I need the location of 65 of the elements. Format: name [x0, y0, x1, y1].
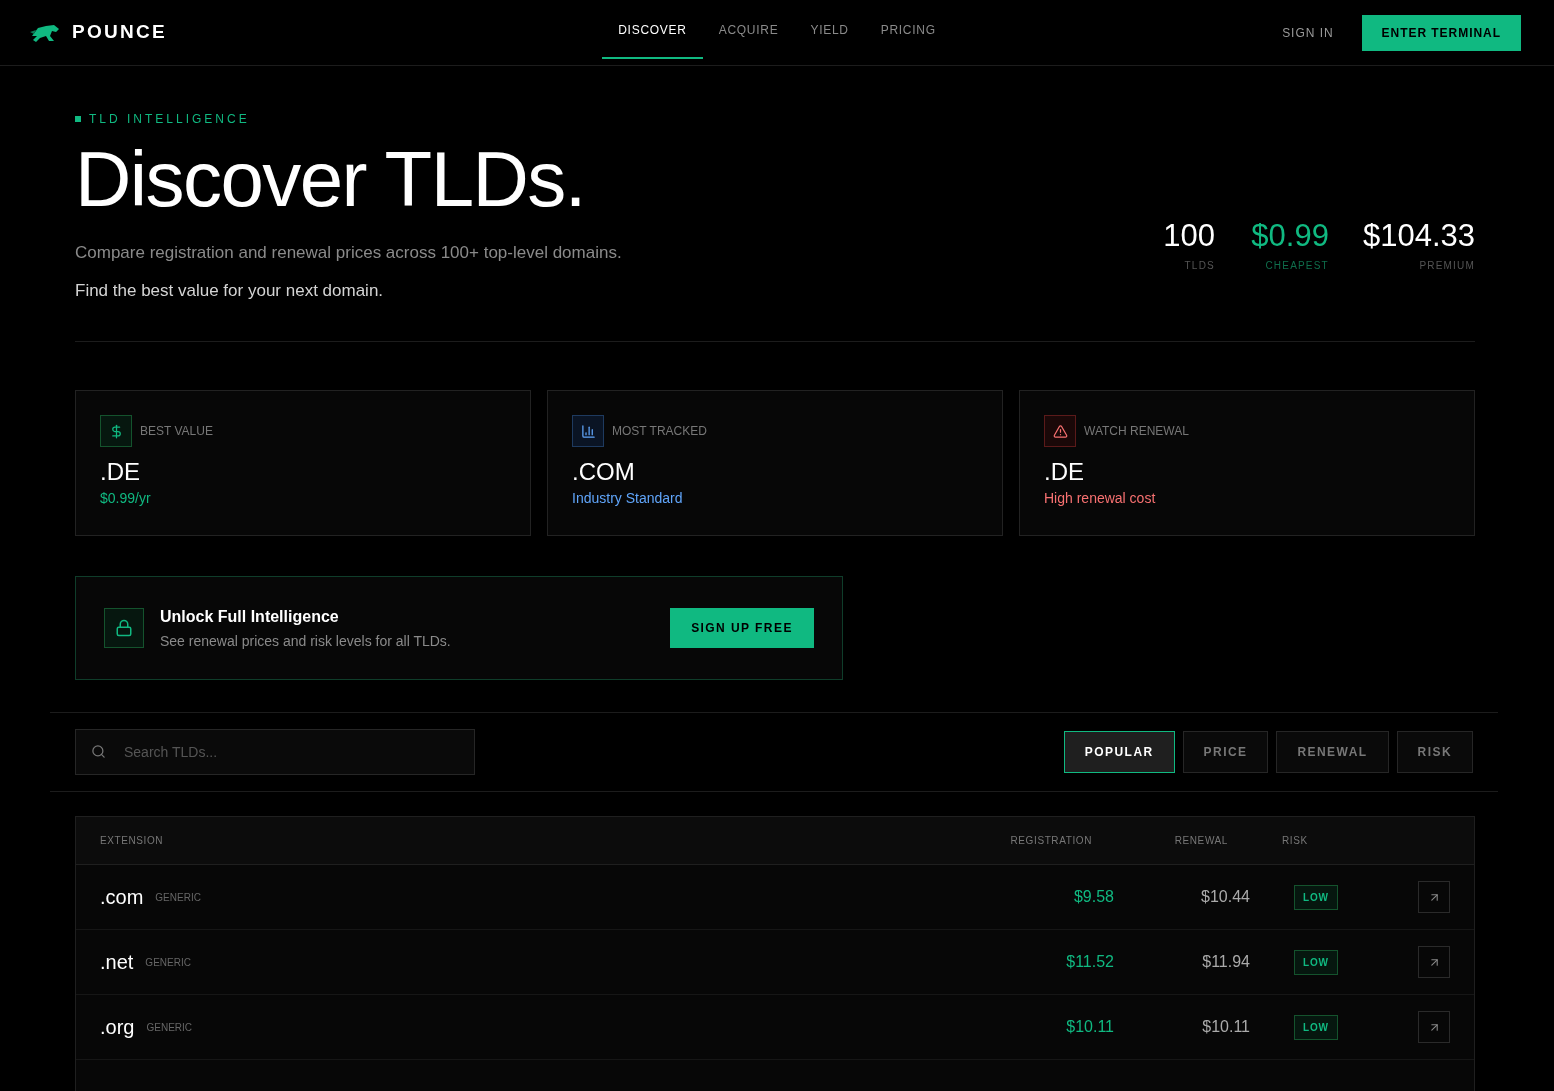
card-label: BEST VALUE [140, 423, 213, 440]
registration-price: $10.11 [1065, 1017, 1114, 1037]
tld-type: GENERIC [155, 890, 201, 905]
stat-value: $0.99 [1251, 216, 1329, 254]
sign-up-button[interactable]: SIGN UP FREE [670, 608, 814, 648]
brand-name[interactable]: POUNCE [72, 18, 167, 47]
bar-chart-icon [572, 415, 604, 447]
card-note: $0.99/yr [100, 488, 152, 508]
eyebrow-label: TLD INTELLIGENCE [89, 111, 250, 128]
card-label: WATCH RENEWAL [1084, 423, 1189, 440]
nav-link[interactable]: DISCOVER [602, 20, 703, 59]
column-header: RENEWAL [1173, 834, 1228, 848]
sort-tab[interactable]: PRICE [1182, 731, 1269, 773]
card-note: High renewal cost [1044, 488, 1157, 508]
card-tld: .COM [572, 458, 636, 487]
card-tld: .DE [100, 458, 141, 487]
renewal-price: $10.44 [1200, 887, 1250, 907]
card-label: MOST TRACKED [612, 423, 707, 440]
sort-tab[interactable]: RISK [1396, 731, 1473, 773]
unlock-title: Unlock Full Intelligence [160, 606, 340, 627]
tld-type: GENERIC [145, 955, 191, 970]
column-header: RISK [1282, 834, 1309, 848]
page-title: Discover TLDs. [75, 140, 586, 218]
registration-price: $11.52 [1065, 952, 1114, 972]
card-note: Industry Standard [572, 488, 684, 508]
open-button[interactable] [1418, 1011, 1450, 1043]
warning-icon [1044, 415, 1076, 447]
renewal-price: $10.11 [1201, 1017, 1250, 1037]
sort-tab[interactable]: POPULAR [1063, 731, 1175, 773]
risk-tag: LOW [1294, 950, 1338, 975]
open-button[interactable] [1418, 946, 1450, 978]
lock-icon [104, 608, 144, 648]
search-icon [91, 744, 106, 759]
registration-price: $9.58 [1072, 887, 1114, 907]
stat-value: 100 [1163, 216, 1215, 254]
search-field[interactable]: Search TLDs... [75, 729, 475, 775]
tld-extension: .com [100, 885, 144, 910]
sub-text: Find the best value for your next domain. [75, 279, 385, 302]
eyebrow-square-icon [75, 116, 81, 122]
stat-label: PREMIUM [1419, 259, 1475, 273]
column-header: REGISTRATION [1009, 834, 1092, 848]
tld-extension: .net [100, 950, 134, 975]
stat-label: TLDS [1184, 259, 1215, 273]
nav-link[interactable]: ACQUIRE [702, 20, 795, 59]
table-row[interactable]: .org GENERIC $10.11 $10.11 LOW [76, 995, 1474, 1060]
open-button[interactable] [1418, 881, 1450, 913]
sign-in-link[interactable]: SIGN IN [1282, 23, 1334, 42]
risk-tag: LOW [1294, 885, 1338, 910]
table-row[interactable]: .com GENERIC $9.58 $10.44 LOW [76, 865, 1474, 930]
enter-terminal-button[interactable]: ENTER TERMINAL [1361, 14, 1521, 51]
column-header: EXTENSION [100, 834, 165, 848]
tld-extension: .org [100, 1015, 135, 1040]
sort-tab[interactable]: RENEWAL [1276, 731, 1389, 773]
renewal-price: $11.94 [1201, 952, 1250, 972]
card-tld: .DE [1044, 458, 1085, 487]
dollar-icon [100, 415, 132, 447]
stat-value: $104.33 [1362, 216, 1475, 254]
table-row[interactable]: .net GENERIC $11.52 $11.94 LOW [76, 930, 1474, 995]
nav-link[interactable]: YIELD [794, 20, 865, 59]
unlock-text: See renewal prices and risk levels for all TLDs. [160, 631, 452, 651]
tld-type: GENERIC [146, 1020, 193, 1035]
stat-label: CHEAPEST [1265, 259, 1329, 273]
nav-link[interactable]: PRICING [864, 20, 952, 59]
lead-text: Compare registration and renewal prices across 100+ top-level domains. [75, 242, 622, 264]
risk-tag: LOW [1294, 1015, 1338, 1040]
